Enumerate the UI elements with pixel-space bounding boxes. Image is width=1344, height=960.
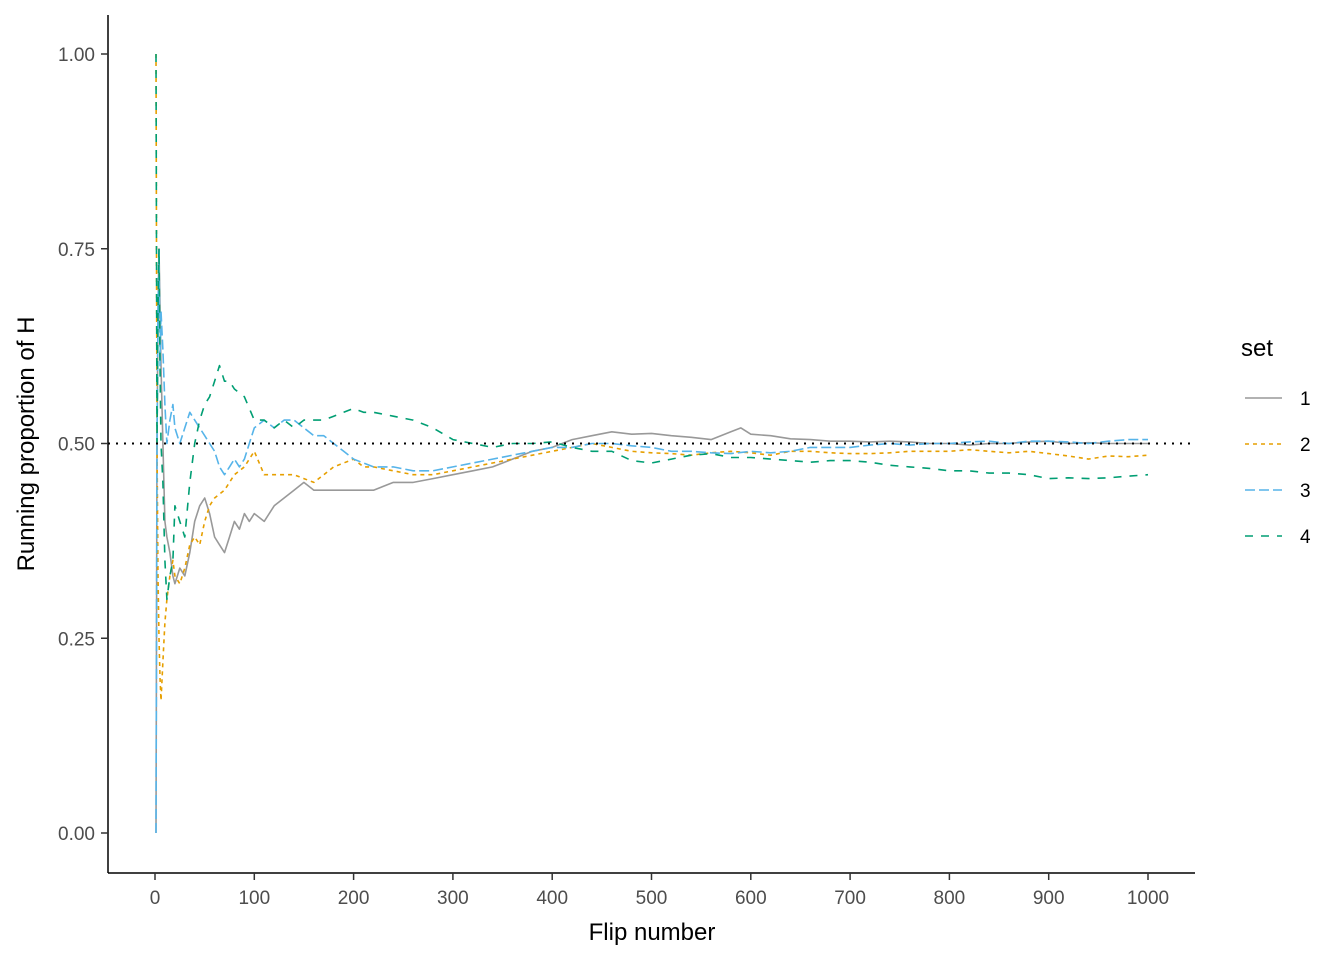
series-line-3 — [155, 248, 1148, 834]
legend-label-4: 4 — [1300, 527, 1311, 548]
x-ticks: 0 100 200 300 400 500 600 700 800 900 1000 — [150, 873, 1169, 909]
x-axis-title: Flip number — [589, 919, 716, 946]
series-line-4 — [155, 53, 1149, 601]
x-tick-label: 900 — [1033, 888, 1065, 909]
y-tick-label: 0.50 — [58, 435, 95, 456]
y-tick-label: 0.75 — [58, 240, 95, 261]
legend-title: set — [1241, 335, 1273, 362]
y-ticks: 0.00 0.25 0.50 0.75 1.00 — [58, 45, 108, 845]
legend: set 1 2 3 4 — [1241, 335, 1311, 548]
y-tick-label: 0.25 — [58, 629, 95, 650]
y-axis-title: Running proportion of H — [13, 317, 40, 572]
x-tick-label: 200 — [338, 888, 370, 909]
x-tick-label: 0 — [150, 888, 161, 909]
y-tick-label: 0.00 — [58, 824, 95, 845]
x-tick-label: 700 — [834, 888, 866, 909]
legend-label-1: 1 — [1300, 389, 1311, 410]
x-tick-label: 800 — [934, 888, 966, 909]
x-tick-label: 1000 — [1127, 888, 1169, 909]
legend-label-3: 3 — [1300, 481, 1311, 502]
series-line-2 — [155, 53, 1149, 702]
series-line-1 — [155, 248, 1148, 834]
x-tick-label: 400 — [536, 888, 568, 909]
legend-label-2: 2 — [1300, 435, 1311, 456]
x-tick-label: 600 — [735, 888, 767, 909]
line-chart: 0 100 200 300 400 500 600 700 800 900 1000 0.00 0.2… — [13, 15, 1311, 946]
y-tick-label: 1.00 — [58, 45, 95, 66]
x-tick-label: 300 — [437, 888, 469, 909]
x-tick-label: 100 — [238, 888, 270, 909]
x-tick-label: 500 — [636, 888, 668, 909]
